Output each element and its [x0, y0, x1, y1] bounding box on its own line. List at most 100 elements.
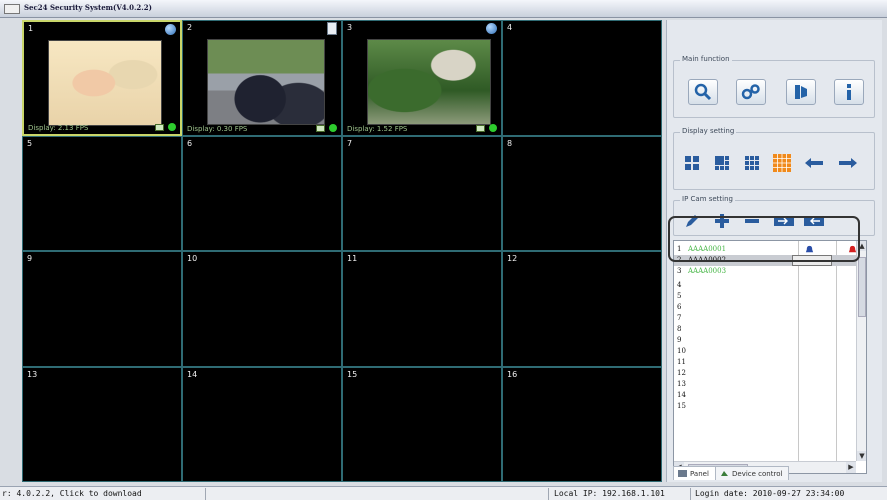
- camera-feed-image: [48, 40, 162, 126]
- arrow-left-icon: [805, 158, 823, 168]
- video-cell-1[interactable]: 1 Display: 2.13 FPS: [22, 20, 182, 136]
- search-button[interactable]: [688, 79, 718, 105]
- video-cell-4[interactable]: 4: [502, 20, 662, 136]
- online-status-icon: [489, 123, 497, 132]
- tab-device-control-label: Device control: [732, 470, 783, 478]
- video-cell-16[interactable]: 16: [502, 366, 662, 482]
- next-page-button[interactable]: [838, 153, 858, 173]
- layout-16-icon: [773, 154, 791, 172]
- video-grid: 1 Display: 2.13 FPS 2 Display: 0.30 FPS …: [22, 20, 662, 482]
- camera-name: AAAA0003: [688, 267, 727, 275]
- display-setting-label: Display setting: [680, 127, 737, 135]
- record-icon: [476, 124, 485, 132]
- camera-feed-image: [367, 39, 491, 125]
- row-index: 6: [677, 303, 682, 311]
- row-index: 5: [677, 292, 682, 300]
- layout-9-button[interactable]: [742, 153, 762, 173]
- cell-number: 15: [347, 369, 358, 379]
- online-status-icon: [329, 123, 337, 132]
- login-date-text: Login date: 2010-09-27 23:34:00: [695, 489, 845, 498]
- cell-number: 13: [27, 369, 38, 379]
- layout-4-icon: [685, 156, 699, 170]
- video-cell-7[interactable]: 7: [342, 135, 502, 251]
- video-cell-15[interactable]: 15: [342, 366, 502, 482]
- cell-number: 14: [187, 369, 198, 379]
- cell-number: 4: [507, 23, 513, 32]
- row-index: 12: [677, 369, 686, 377]
- online-status-icon: [168, 122, 176, 131]
- settings-icon: [741, 84, 760, 100]
- video-cell-14[interactable]: 14: [182, 366, 342, 482]
- row-index: 3: [677, 267, 682, 275]
- camera-row-8[interactable]: 8: [674, 324, 858, 335]
- video-cell-12[interactable]: 12: [502, 251, 662, 367]
- search-icon: [694, 83, 712, 101]
- record-icon: [155, 123, 164, 131]
- video-cell-2[interactable]: 2 Display: 0.30 FPS: [182, 20, 342, 136]
- camera-row-10[interactable]: 10: [674, 346, 858, 357]
- camera-row-7[interactable]: 7: [674, 313, 858, 324]
- camera-list: 1 AAAA0001 2 AAAA0002 3 AAAA0003 4 5 6 7…: [673, 240, 867, 474]
- camera-row-14[interactable]: 14: [674, 390, 858, 401]
- camera-row-9[interactable]: 9: [674, 335, 858, 346]
- camera-row-13[interactable]: 13: [674, 379, 858, 390]
- record-icon: [316, 124, 325, 132]
- cell-number: 2: [187, 23, 193, 32]
- camera-row-11[interactable]: 11: [674, 357, 858, 368]
- camera-row-12[interactable]: 12: [674, 368, 858, 379]
- playback-icon: [795, 85, 807, 99]
- camera-row-4[interactable]: 4: [674, 280, 858, 291]
- scroll-thumb[interactable]: [858, 257, 866, 317]
- tab-device-control[interactable]: Device control: [715, 466, 790, 480]
- video-cell-13[interactable]: 13: [22, 366, 182, 482]
- fps-label: Display: 2.13 FPS: [28, 123, 89, 132]
- cell-number: 10: [187, 254, 198, 263]
- video-cell-6[interactable]: 6: [182, 135, 342, 251]
- tab-panel-label: Panel: [690, 470, 709, 478]
- previous-page-button[interactable]: [804, 153, 824, 173]
- main-function-group: Main function: [673, 55, 875, 118]
- status-divider: [548, 488, 549, 500]
- camera-row-3[interactable]: 3 AAAA0003: [674, 266, 858, 277]
- video-cell-8[interactable]: 8: [502, 135, 662, 251]
- video-cell-3[interactable]: 3 Display: 1.52 FPS: [342, 20, 502, 136]
- display-setting-group: Display setting: [673, 127, 875, 190]
- window-title: Sec24 Security System(V4.0.2.2): [24, 3, 152, 12]
- globe-icon: [486, 23, 497, 34]
- panel-tabs: Panel Device control: [673, 466, 873, 480]
- video-cell-11[interactable]: 11: [342, 251, 502, 367]
- fps-label: Display: 0.30 FPS: [187, 124, 248, 133]
- fps-label: Display: 1.52 FPS: [347, 124, 408, 133]
- playback-button[interactable]: [786, 79, 816, 105]
- highlight-callout: [668, 216, 860, 262]
- settings-button[interactable]: [736, 79, 766, 105]
- layout-6-icon: [715, 156, 729, 170]
- camera-row-15[interactable]: 15: [674, 401, 858, 412]
- layout-6-button[interactable]: [712, 153, 732, 173]
- cell-number: 8: [507, 138, 513, 148]
- panel-icon: [678, 470, 687, 477]
- video-cell-5[interactable]: 5: [22, 135, 182, 251]
- tab-panel[interactable]: Panel: [673, 466, 716, 480]
- scroll-down-icon[interactable]: ▼: [857, 451, 866, 461]
- cell-number: 3: [347, 23, 353, 32]
- vertical-scrollbar[interactable]: ▲ ▼: [856, 241, 866, 461]
- layout-9-icon: [745, 156, 759, 170]
- video-cell-9[interactable]: 9: [22, 251, 182, 367]
- video-cell-10[interactable]: 10: [182, 251, 342, 367]
- cell-number: 1: [28, 24, 34, 33]
- layout-4-button[interactable]: [682, 153, 702, 173]
- status-bar: r: 4.0.2.2, Click to download Local IP: …: [0, 486, 887, 500]
- version-download-link[interactable]: r: 4.0.2.2, Click to download: [2, 489, 142, 498]
- document-icon: [327, 22, 337, 35]
- camera-row-5[interactable]: 5: [674, 291, 858, 302]
- layout-16-button[interactable]: [772, 153, 792, 173]
- local-ip-text: Local IP: 192.168.1.101: [554, 489, 665, 498]
- info-button[interactable]: [834, 79, 864, 105]
- camera-row-6[interactable]: 6: [674, 302, 858, 313]
- cell-number: 12: [507, 254, 518, 263]
- cell-number: 9: [27, 254, 33, 263]
- arrow-right-icon: [839, 158, 857, 168]
- row-index: 4: [677, 281, 682, 289]
- ip-cam-setting-label: IP Cam setting: [680, 195, 735, 203]
